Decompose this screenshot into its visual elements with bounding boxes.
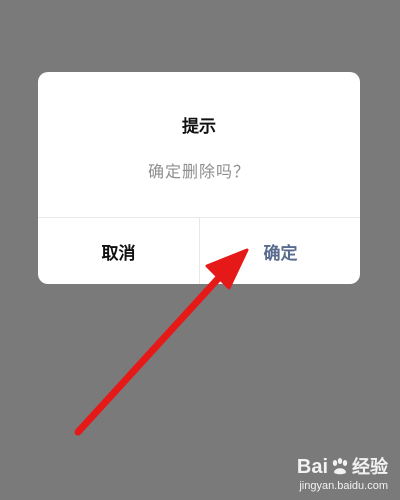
paw-icon [332,458,348,475]
confirm-button[interactable]: 确定 [200,218,360,284]
watermark: Bai 经验 jingyan.baidu.com [238,456,388,492]
dialog-message: 确定删除吗？ [147,162,250,181]
dialog-title: 提示 [182,117,216,137]
watermark-brand-right: 经验 [352,457,388,477]
watermark-url: jingyan.baidu.com [299,480,388,492]
watermark-brand-left: Bai [296,456,328,478]
confirm-dialog: 提示 确定删除吗？ 取消 确定 [38,72,360,284]
cancel-button[interactable]: 取消 [38,218,199,284]
dialog-body: 提示 确定删除吗？ [38,72,360,217]
watermark-brand: Bai 经验 [238,456,388,478]
